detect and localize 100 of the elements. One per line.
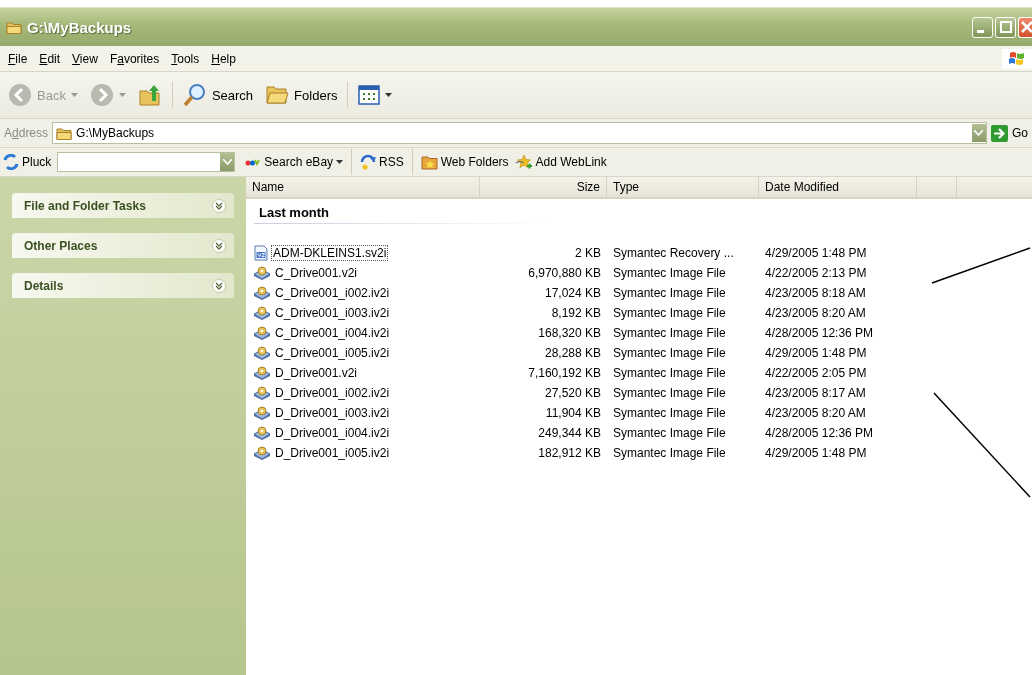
file-size: 168,320 KB — [537, 326, 602, 340]
file-name[interactable]: D_Drive001_i003.iv2i — [273, 405, 392, 421]
date-modified: 4/29/2005 1:48 PM — [764, 246, 868, 260]
date-modified: 4/22/2005 2:05 PM — [764, 366, 868, 380]
file-name[interactable]: D_Drive001_i005.iv2i — [273, 445, 392, 461]
file-type: Symantec Image File — [612, 366, 727, 380]
group-header: Last month — [258, 204, 331, 222]
menu-item[interactable]: Tools — [165, 51, 206, 66]
file-name[interactable]: C_Drive001_i005.iv2i — [273, 345, 392, 361]
search-ebay-button[interactable]: Search eBay — [245, 155, 344, 169]
date-modified: 4/23/2005 8:20 AM — [764, 306, 867, 320]
date-modified: 4/23/2005 8:20 AM — [764, 406, 867, 420]
dropdown-arrow-icon — [336, 159, 344, 165]
address-label: Address — [4, 126, 49, 140]
star-plus-icon — [514, 154, 533, 170]
minimize-button[interactable] — [972, 16, 993, 38]
date-modified: 4/29/2005 1:48 PM — [764, 446, 868, 460]
file-name[interactable]: C_Drive001_i003.iv2i — [273, 305, 392, 321]
windows-logo-icon — [1002, 48, 1032, 69]
file-type: Symantec Image File — [612, 386, 727, 400]
add-weblink-button[interactable]: Add WebLink — [514, 154, 607, 170]
date-modified: 4/23/2005 8:18 AM — [764, 286, 867, 300]
go-button[interactable]: Go — [991, 124, 1032, 142]
file-name[interactable]: ADM-DKLEINS1.sv2i — [271, 245, 389, 261]
menu-item[interactable]: Help — [205, 51, 242, 66]
column-header[interactable]: Name — [246, 177, 480, 197]
maximize-button[interactable] — [995, 16, 1016, 38]
close-button[interactable] — [1018, 16, 1032, 38]
views-icon — [358, 85, 381, 105]
disk-image-icon — [253, 445, 271, 461]
file-size: 249,344 KB — [537, 426, 602, 440]
search-icon — [182, 83, 207, 107]
disk-image-icon — [253, 405, 271, 421]
file-name[interactable]: D_Drive001.v2i — [273, 365, 360, 381]
star-folder-icon — [420, 154, 438, 170]
go-arrow-icon — [991, 124, 1008, 142]
chevron-icon — [212, 238, 226, 253]
chevron-icon — [212, 198, 226, 213]
minimize-icon — [977, 29, 984, 33]
file-size: 11,904 KB — [544, 406, 602, 420]
disk-image-icon — [253, 285, 271, 301]
pluck-icon — [3, 154, 19, 170]
menu-item[interactable]: Favorites — [103, 51, 166, 66]
file-size: 7,160,192 KB — [527, 366, 602, 380]
file-size: 28,288 KB — [543, 346, 602, 360]
file-size: 2 KB — [574, 246, 602, 260]
file-name[interactable]: C_Drive001_i002.iv2i — [273, 285, 392, 301]
folders-icon — [265, 84, 290, 106]
file-size: 27,520 KB — [543, 386, 602, 400]
file-type: Symantec Image File — [612, 426, 727, 440]
file-size: 182,912 KB — [537, 446, 602, 460]
pluck-button[interactable]: Pluck — [3, 154, 52, 170]
file-type: Symantec Recovery ... — [612, 246, 735, 260]
disk-image-icon — [253, 425, 271, 441]
disk-image-icon — [253, 385, 271, 401]
date-modified: 4/23/2005 8:17 AM — [764, 386, 867, 400]
file-type: Symantec Image File — [612, 446, 727, 460]
window-title: G:\MyBackups — [27, 18, 132, 36]
disk-image-icon — [253, 365, 271, 381]
disk-image-icon — [253, 325, 271, 341]
task-panel-header[interactable]: File and Folder Tasks — [12, 193, 234, 218]
disk-image-icon — [253, 265, 271, 281]
folders-button[interactable]: Folders — [261, 82, 342, 108]
dropdown-arrow-icon — [385, 92, 393, 98]
column-header[interactable]: Size — [480, 177, 607, 197]
file-type: Symantec Image File — [612, 326, 727, 340]
file-name[interactable]: D_Drive001_i004.iv2i — [273, 425, 392, 441]
search-button[interactable]: Search — [178, 81, 258, 109]
file-name[interactable]: C_Drive001.v2i — [273, 265, 360, 281]
file-type: Symantec Image File — [612, 346, 727, 360]
dropdown-arrow-icon — [70, 92, 78, 98]
menu-item[interactable]: File — [2, 51, 34, 66]
task-panel-header[interactable]: Details — [12, 273, 234, 298]
menu-item[interactable]: View — [66, 51, 104, 66]
date-modified: 4/29/2005 1:48 PM — [764, 346, 868, 360]
folder-up-icon — [137, 83, 162, 107]
address-field[interactable]: G:\MyBackups — [52, 122, 987, 144]
file-name[interactable]: D_Drive001_i002.iv2i — [273, 385, 392, 401]
file-name[interactable]: C_Drive001_i004.iv2i — [273, 325, 392, 341]
file-type: Symantec Image File — [612, 306, 727, 320]
maximize-icon — [999, 21, 1012, 33]
date-modified: 4/22/2005 2:13 PM — [764, 266, 868, 280]
file-type: Symantec Image File — [612, 286, 727, 300]
web-folders-button[interactable]: Web Folders — [420, 154, 509, 170]
file-size: 17,024 KB — [543, 286, 602, 300]
column-header[interactable]: Date Modified — [759, 177, 917, 197]
column-header[interactable]: Type — [607, 177, 759, 197]
close-icon — [1021, 21, 1032, 33]
date-modified: 4/28/2005 12:36 PM — [764, 426, 875, 440]
file-type: Symantec Image File — [612, 406, 727, 420]
folder-icon — [6, 20, 22, 34]
file-type: Symantec Image File — [612, 266, 727, 280]
pluck-search-field[interactable] — [57, 152, 236, 172]
task-panel-header[interactable]: Other Places — [12, 233, 234, 258]
folder-icon — [56, 126, 73, 140]
disk-image-icon — [253, 305, 271, 321]
document-icon — [253, 245, 269, 261]
menu-item[interactable]: Edit — [33, 51, 67, 66]
rss-button[interactable]: RSS — [360, 154, 404, 170]
rss-icon — [360, 154, 377, 170]
